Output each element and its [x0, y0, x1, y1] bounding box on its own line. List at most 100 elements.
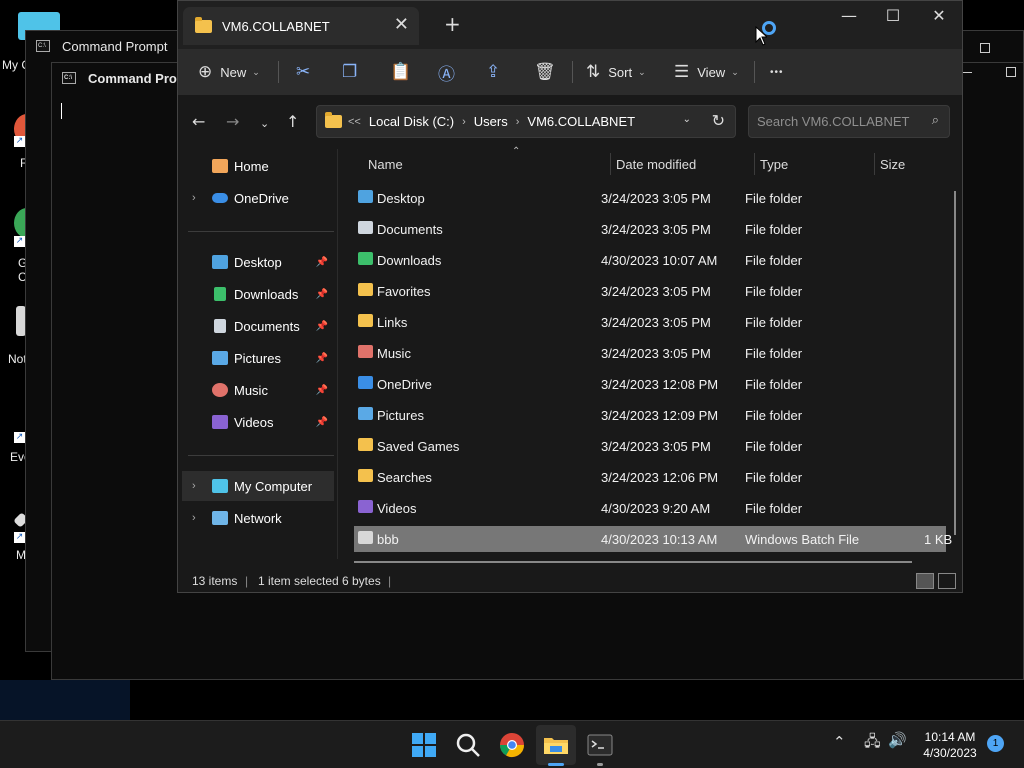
breadcrumb-users[interactable]: Users [474, 114, 508, 129]
file-type-icon [358, 190, 373, 203]
title-bar[interactable]: VM6.COLLABNET ✕ + — ☐ ✕ [178, 1, 962, 49]
close-tab-icon[interactable]: ✕ [394, 15, 409, 35]
sort-button[interactable]: ⇅ Sort ⌄ [586, 59, 646, 85]
item-count: 13 items [192, 574, 238, 588]
table-row[interactable]: OneDrive 3/24/2023 12:08 PM File folder [354, 371, 946, 397]
up-button[interactable]: ↑ [286, 113, 299, 131]
chevron-right-icon[interactable]: › [192, 192, 196, 204]
home-icon [212, 159, 228, 173]
pin-icon[interactable]: 📌 [316, 417, 328, 428]
pin-icon[interactable]: 📌 [316, 257, 328, 268]
file-explorer-window[interactable]: VM6.COLLABNET ✕ + — ☐ ✕ ⊕ New ⌄ ✂ ❐ 📋 Ⓐ … [177, 0, 963, 593]
tab-title: VM6.COLLABNET [222, 18, 330, 34]
terminal-taskbar-button[interactable] [586, 731, 614, 759]
cell-date: 3/24/2023 3:05 PM [601, 284, 711, 299]
pin-icon[interactable]: 📌 [316, 385, 328, 396]
table-row[interactable]: Favorites 3/24/2023 3:05 PM File folder [354, 278, 946, 304]
search-box[interactable]: ⌕ [748, 105, 950, 138]
cell-date: 4/30/2023 10:07 AM [601, 253, 718, 268]
table-row[interactable]: Searches 3/24/2023 12:06 PM File folder [354, 464, 946, 490]
cell-date: 3/24/2023 12:09 PM [601, 408, 719, 423]
nav-item-documents[interactable]: Documents 📌 [182, 311, 334, 341]
maximize-icon[interactable] [980, 43, 990, 53]
delete-button[interactable]: 🗑 [534, 59, 556, 85]
nav-item-pictures[interactable]: Pictures 📌 [182, 343, 334, 373]
file-explorer-taskbar-button[interactable] [542, 731, 570, 759]
minimize-button[interactable]: — [826, 7, 872, 27]
nav-item-videos[interactable]: Videos 📌 [182, 407, 334, 437]
minimize-icon[interactable] [962, 72, 972, 73]
table-row[interactable]: Music 3/24/2023 3:05 PM File folder [354, 340, 946, 366]
nav-item-onedrive[interactable]: › OneDrive [182, 183, 334, 213]
new-button[interactable]: ⊕ New ⌄ [198, 59, 260, 85]
navigation-pane: Home › OneDrive Desktop 📌 Downloads 📌 Do… [178, 149, 336, 559]
maximize-icon[interactable] [1006, 67, 1016, 77]
pin-icon[interactable]: 📌 [316, 289, 328, 300]
window-title: Command Prom [88, 70, 189, 86]
close-window-button[interactable]: ✕ [916, 7, 962, 27]
paste-button[interactable]: 📋 [390, 59, 411, 85]
rename-button[interactable]: Ⓐ [438, 59, 455, 85]
address-bar[interactable]: << Local Disk (C:) › Users › VM6.COLLABN… [316, 105, 736, 138]
clock[interactable]: 10:14 AM 4/30/2023 [916, 729, 984, 761]
recent-locations-button[interactable]: ⌄ [260, 115, 269, 133]
new-tab-button[interactable]: + [444, 13, 461, 35]
table-row[interactable]: Links 3/24/2023 3:05 PM File folder [354, 309, 946, 335]
table-row[interactable]: Saved Games 3/24/2023 3:05 PM File folder [354, 433, 946, 459]
cell-name: Music [377, 346, 411, 361]
shortcut-arrow-icon: ↗ [14, 136, 25, 147]
table-row[interactable]: Pictures 3/24/2023 12:09 PM File folder [354, 402, 946, 428]
more-options-button[interactable]: ••• [770, 59, 784, 85]
tiles-view-button[interactable] [938, 573, 956, 589]
show-hidden-icons-chevron-icon[interactable]: ⌃ [833, 733, 846, 751]
pin-icon[interactable]: 📌 [316, 321, 328, 332]
search-input[interactable] [757, 114, 917, 129]
column-header-size[interactable]: Size [880, 149, 905, 179]
breadcrumb-local-disk[interactable]: Local Disk (C:) [369, 114, 454, 129]
address-dropdown-icon[interactable]: ⌄ [683, 114, 691, 125]
search-button[interactable] [454, 731, 482, 759]
view-button[interactable]: ☰ View ⌄ [674, 59, 739, 85]
chevron-right-icon[interactable]: › [192, 480, 196, 492]
music-icon [212, 383, 228, 397]
chevron-right-icon[interactable]: › [192, 512, 196, 524]
start-button[interactable] [410, 731, 438, 759]
copy-button[interactable]: ❐ [342, 59, 357, 85]
file-type-icon [358, 345, 373, 358]
file-type-icon [358, 531, 373, 544]
table-row[interactable]: Downloads 4/30/2023 10:07 AM File folder [354, 247, 946, 273]
column-header-date-modified[interactable]: Date modified [616, 149, 696, 179]
notification-badge[interactable]: 1 [987, 735, 1004, 752]
table-row[interactable]: bbb 4/30/2023 10:13 AM Windows Batch File 1… [354, 526, 952, 552]
tab-vm6-collabnet[interactable]: VM6.COLLABNET ✕ [183, 7, 419, 45]
file-type-icon [358, 252, 373, 265]
volume-icon[interactable]: 🔊 [888, 731, 907, 749]
nav-item-downloads[interactable]: Downloads 📌 [182, 279, 334, 309]
nav-item-my-computer[interactable]: › My Computer [182, 471, 334, 501]
file-type-icon [358, 469, 373, 482]
table-row[interactable]: Videos 4/30/2023 9:20 AM File folder [354, 495, 946, 521]
nav-item-music[interactable]: Music 📌 [182, 375, 334, 405]
table-row[interactable]: Desktop 3/24/2023 3:05 PM File folder [354, 185, 946, 211]
column-header-name[interactable]: ⌃ Name [368, 146, 520, 179]
breadcrumb-vm6[interactable]: VM6.COLLABNET [527, 114, 635, 129]
column-header-type[interactable]: Type [760, 149, 788, 179]
pin-icon[interactable]: 📌 [316, 353, 328, 364]
forward-button[interactable]: → [226, 113, 239, 131]
cut-button[interactable]: ✂ [296, 59, 310, 85]
share-button[interactable]: ⇪ [486, 59, 500, 85]
nav-item-home[interactable]: Home [182, 151, 334, 181]
rename-icon: Ⓐ [438, 64, 455, 84]
network-status-icon[interactable]: 🖧 [864, 731, 881, 756]
address-overflow[interactable]: << [348, 116, 361, 128]
back-button[interactable]: ← [192, 113, 205, 131]
details-view-button[interactable] [916, 573, 934, 589]
vertical-scrollbar[interactable] [954, 191, 956, 535]
chrome-taskbar-button[interactable] [498, 731, 526, 759]
maximize-button[interactable]: ☐ [870, 7, 916, 27]
refresh-icon[interactable]: ↻ [712, 111, 725, 131]
nav-item-network[interactable]: › Network [182, 503, 334, 533]
nav-item-desktop[interactable]: Desktop 📌 [182, 247, 334, 277]
table-row[interactable]: Documents 3/24/2023 3:05 PM File folder [354, 216, 946, 242]
horizontal-scrollbar[interactable] [354, 561, 912, 563]
